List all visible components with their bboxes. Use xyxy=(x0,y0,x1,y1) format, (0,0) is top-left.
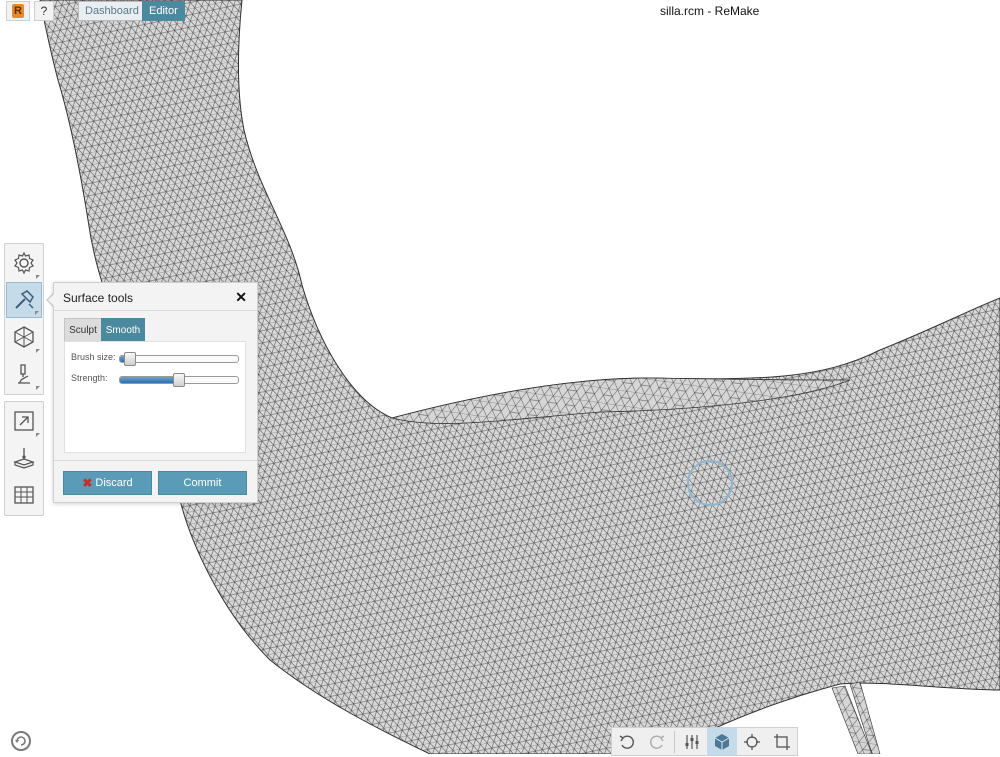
divider xyxy=(54,460,257,461)
microscope-icon xyxy=(18,364,30,384)
surface-tools-panel: Surface tools ✕ Sculpt Smooth Brush size… xyxy=(53,282,258,503)
undo-icon xyxy=(619,734,634,749)
commit-button[interactable]: Commit xyxy=(158,471,247,495)
mesh-tools-button[interactable] xyxy=(6,319,42,355)
cube-icon xyxy=(714,733,730,750)
window-title: silla.rcm - ReMake xyxy=(660,4,760,18)
brush-size-thumb[interactable] xyxy=(124,352,137,366)
brush-settings: Brush size: Strength: xyxy=(64,341,246,453)
bottom-toolbar xyxy=(611,727,798,756)
discard-label: Discard xyxy=(95,477,133,489)
divider xyxy=(674,730,675,753)
strength-row: Strength: xyxy=(71,373,243,387)
tab-editor[interactable]: Editor xyxy=(142,1,185,21)
table-tool-button[interactable] xyxy=(6,477,42,513)
view-cube-button[interactable] xyxy=(707,728,737,755)
measure-tool-button[interactable] xyxy=(6,440,42,476)
redo-icon xyxy=(650,734,665,749)
panel-pointer-inner xyxy=(48,293,55,307)
panel-title: Surface tools xyxy=(63,291,134,305)
sync-status[interactable] xyxy=(10,730,32,757)
app-logo: R xyxy=(12,4,24,18)
target-icon xyxy=(744,733,760,750)
hammer-icon xyxy=(15,290,34,309)
gear-icon xyxy=(14,251,34,275)
table-icon xyxy=(14,486,34,504)
analysis-tools-button[interactable] xyxy=(6,356,42,392)
tab-smooth[interactable]: Smooth xyxy=(101,318,145,342)
left-toolbar-primary xyxy=(4,243,44,395)
measure-icon xyxy=(13,448,35,469)
settings-tool-button[interactable] xyxy=(6,245,42,281)
app-logo-button[interactable]: R xyxy=(6,1,30,21)
crop-icon xyxy=(774,733,790,750)
divider xyxy=(54,310,257,311)
brush-size-label: Brush size: xyxy=(71,352,116,362)
adjust-button[interactable] xyxy=(677,728,707,755)
tab-sculpt[interactable]: Sculpt xyxy=(64,318,102,342)
strength-label: Strength: xyxy=(71,373,108,383)
strength-thumb[interactable] xyxy=(173,373,185,387)
surface-tools-button[interactable] xyxy=(6,282,42,318)
help-button[interactable]: ? xyxy=(34,1,54,21)
export-icon xyxy=(14,411,34,431)
strength-fill xyxy=(120,377,179,383)
focus-button[interactable] xyxy=(737,728,767,755)
close-icon[interactable]: ✕ xyxy=(235,289,247,306)
crop-button[interactable] xyxy=(767,728,797,755)
mesh-icon xyxy=(14,326,34,348)
export-tool-button[interactable] xyxy=(6,403,42,439)
tab-dashboard[interactable]: Dashboard xyxy=(78,1,146,21)
refresh-icon xyxy=(11,731,31,751)
sliders-icon xyxy=(685,734,699,749)
undo-button[interactable] xyxy=(612,728,642,755)
brush-size-row: Brush size: xyxy=(71,352,243,366)
discard-button[interactable]: ✖ Discard xyxy=(63,471,152,495)
left-toolbar-secondary xyxy=(4,401,44,516)
brush-size-slider[interactable] xyxy=(119,355,239,363)
redo-button[interactable] xyxy=(642,728,672,755)
discard-icon: ✖ xyxy=(82,476,93,490)
